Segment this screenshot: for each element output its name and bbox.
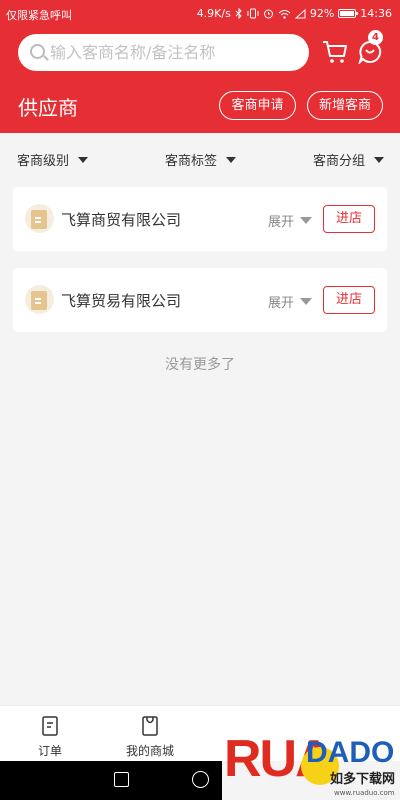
filter-group-dropdown[interactable]: 客商分组: [313, 150, 385, 169]
list-end-text: 没有更多了: [165, 357, 235, 373]
filter-level-dropdown[interactable]: 客商级别: [17, 150, 89, 169]
wifi-icon: [278, 9, 291, 19]
chevron-down-icon: [226, 156, 237, 163]
recent-apps-icon[interactable]: [114, 772, 129, 787]
signal-icon: [294, 8, 306, 18]
battery-icon: [338, 9, 359, 18]
battery-percent: 92%: [309, 7, 335, 20]
order-icon: [42, 716, 58, 736]
page-title: 供应商: [18, 96, 78, 120]
alarm-icon: [263, 9, 273, 19]
watermark-logo: RUA DADO 如多下载网 www.ruaduo.com: [224, 730, 395, 797]
bluetooth-icon: [235, 8, 242, 19]
apply-supplier-button[interactable]: 客商申请: [219, 91, 296, 120]
filter-tag-dropdown[interactable]: 客商标签: [165, 150, 237, 169]
supplier-card[interactable]: 飞算商贸有限公司 展开 进店: [13, 187, 387, 251]
filter-level-label: 客商级别: [17, 154, 70, 169]
status-indicators: 4.9K/s 92% 14:36: [197, 7, 392, 20]
supplier-avatar: [25, 285, 54, 314]
tab-my-mall[interactable]: 我的商城: [115, 716, 185, 759]
caret-down-icon: [300, 298, 313, 305]
supplier-name: 飞算商贸有限公司: [61, 211, 182, 229]
filter-bar: 客商级别 客商标签 客商分组: [0, 133, 400, 183]
svg-text:www.ruaduo.com: www.ruaduo.com: [334, 789, 395, 797]
tab-my-mall-label: 我的商城: [125, 744, 174, 758]
add-supplier-button[interactable]: 新增客商: [307, 91, 383, 120]
search-icon: [30, 44, 45, 59]
filter-group-label: 客商分组: [313, 154, 366, 169]
status-bar: 仅限紧急呼叫 4.9K/s 92% 14:36: [0, 0, 400, 28]
message-badge: 4: [368, 30, 383, 45]
home-icon[interactable]: [192, 771, 209, 788]
mall-bag-icon: [142, 716, 158, 736]
enter-shop-button[interactable]: 进店: [323, 286, 375, 314]
system-nav-bar: [0, 761, 222, 800]
filter-tag-label: 客商标签: [165, 154, 218, 169]
chevron-down-icon: [374, 156, 385, 163]
vibrate-icon: [247, 8, 259, 19]
chevron-down-icon: [78, 156, 89, 163]
cart-icon[interactable]: [322, 40, 348, 64]
svg-text:如多下载网: 如多下载网: [330, 771, 395, 787]
supplier-card[interactable]: 飞算贸易有限公司 展开 进店: [13, 268, 387, 332]
expand-toggle[interactable]: 展开: [268, 211, 313, 230]
expand-label: 展开: [268, 296, 295, 311]
supplier-name: 飞算贸易有限公司: [61, 292, 182, 310]
header-bar: 仅限紧急呼叫 4.9K/s 92% 14:36 4 供应商 客商申请 新增客商: [0, 0, 400, 133]
tab-orders[interactable]: 订单: [22, 716, 78, 759]
svg-text:DADO: DADO: [306, 736, 394, 769]
expand-label: 展开: [268, 215, 295, 230]
network-speed: 4.9K/s: [196, 7, 231, 20]
caret-down-icon: [300, 217, 313, 224]
search-input[interactable]: [50, 40, 300, 64]
supplier-avatar: [25, 204, 54, 233]
clock: 14:36: [360, 7, 392, 20]
search-box[interactable]: [18, 34, 309, 71]
enter-shop-button[interactable]: 进店: [323, 205, 375, 233]
carrier-status: 仅限紧急呼叫: [6, 9, 72, 22]
expand-toggle[interactable]: 展开: [268, 292, 313, 311]
tab-orders-label: 订单: [37, 744, 62, 758]
